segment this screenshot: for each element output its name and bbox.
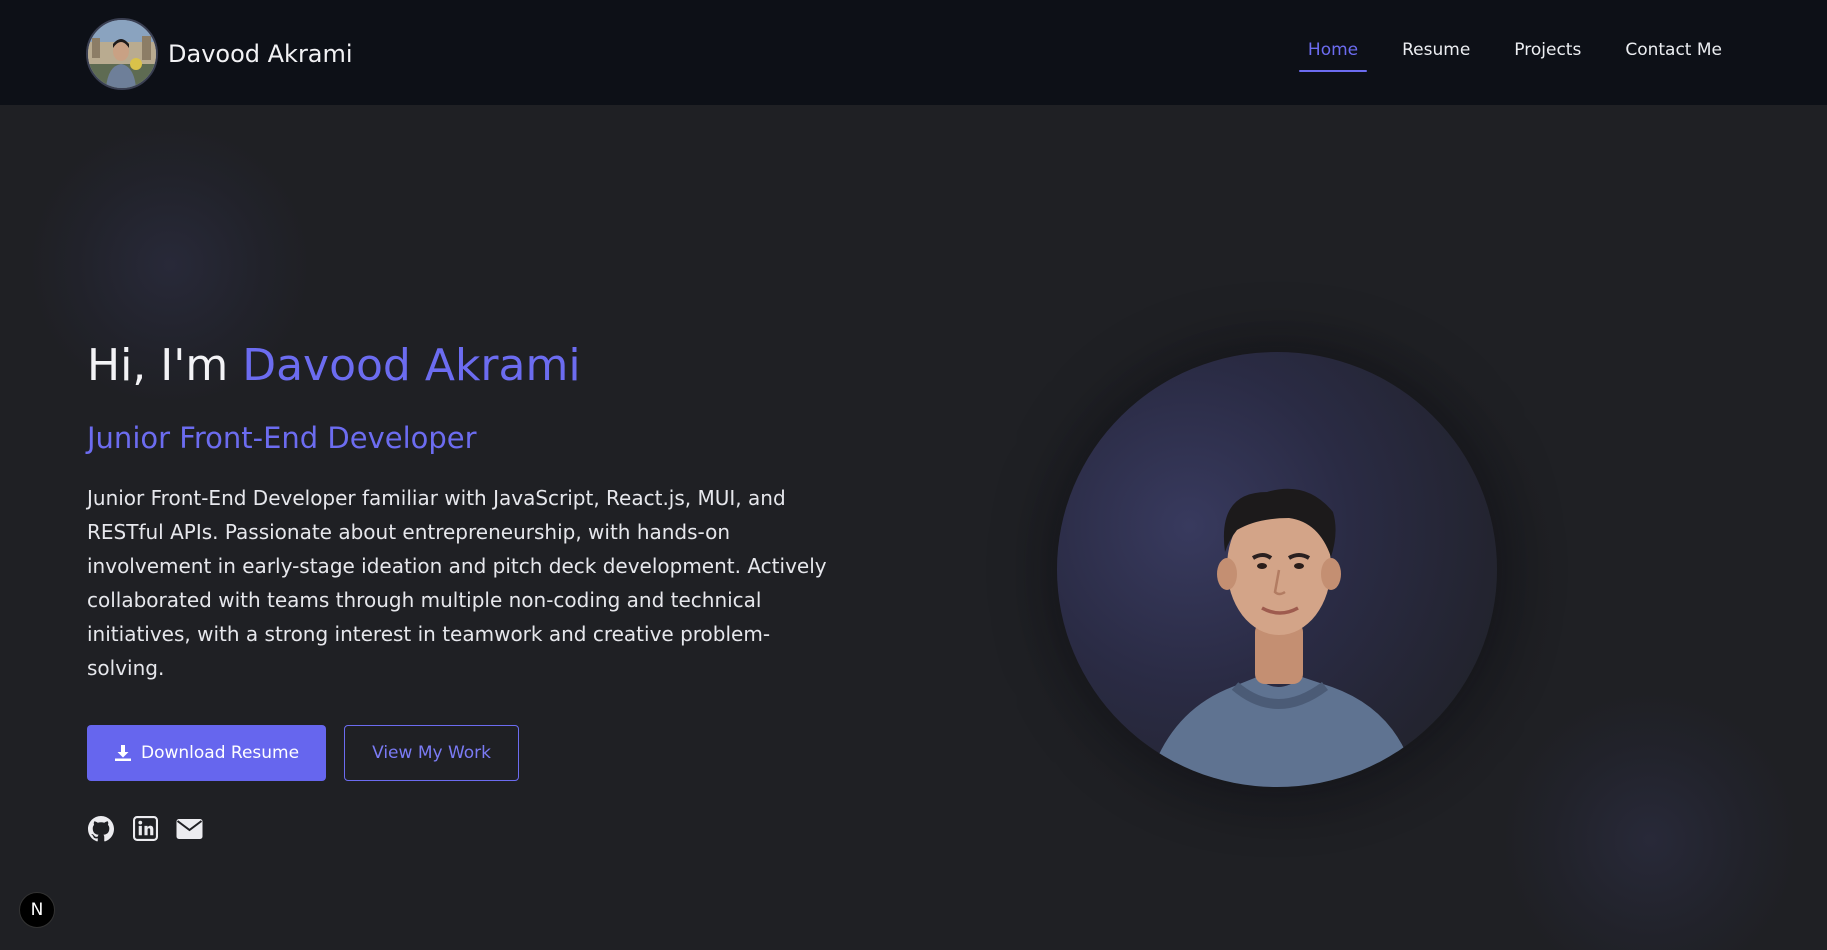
linkedin-icon[interactable] bbox=[131, 815, 159, 843]
download-icon bbox=[114, 744, 132, 762]
nav-item-projects[interactable]: Projects bbox=[1505, 30, 1590, 72]
greeting-prefix: Hi, I'm bbox=[87, 340, 243, 391]
main-nav: Home Resume Projects Contact Me bbox=[1273, 30, 1731, 72]
portrait-illustration bbox=[1147, 488, 1417, 787]
brand-name: Davood Akrami bbox=[168, 40, 353, 68]
site-header: Davood Akrami Home Resume Projects Conta… bbox=[0, 0, 1827, 105]
nav-item-resume[interactable]: Resume bbox=[1393, 30, 1479, 72]
nextjs-dev-badge[interactable]: N bbox=[19, 892, 55, 928]
background-glow bbox=[1500, 690, 1800, 950]
github-icon[interactable] bbox=[87, 815, 115, 843]
download-resume-label: Download Resume bbox=[141, 742, 300, 763]
email-icon[interactable] bbox=[175, 815, 203, 843]
nav-item-contact[interactable]: Contact Me bbox=[1616, 30, 1731, 72]
portrait-photo bbox=[1057, 352, 1497, 787]
brand[interactable]: Davood Akrami bbox=[86, 18, 353, 90]
page: Davood Akrami Home Resume Projects Conta… bbox=[0, 0, 1827, 950]
social-links bbox=[87, 815, 847, 843]
download-resume-button[interactable]: Download Resume bbox=[87, 724, 327, 781]
bio-description: Junior Front-End Developer familiar with… bbox=[87, 485, 827, 680]
profile-photo-avatar bbox=[88, 20, 156, 88]
role-subtitle: Junior Front-End Developer bbox=[87, 420, 477, 455]
view-my-work-button[interactable]: View My Work bbox=[344, 724, 520, 781]
page-title: Hi, I'm Davood Akrami bbox=[87, 340, 847, 393]
avatar bbox=[86, 18, 158, 90]
cta-buttons: Download Resume View My Work bbox=[87, 724, 847, 781]
nav-item-home[interactable]: Home bbox=[1298, 30, 1368, 72]
greeting-name: Davood Akrami bbox=[242, 340, 581, 391]
hero-intro: Hi, I'm Davood Akrami Junior Front-End D… bbox=[87, 340, 847, 843]
